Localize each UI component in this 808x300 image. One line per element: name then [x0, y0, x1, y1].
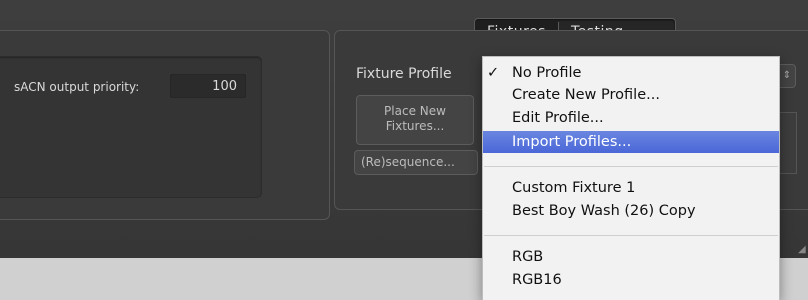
resize-grip-icon[interactable]: ◢ [798, 244, 806, 255]
fixture-profile-menu: ✓ No Profile Create New Profile... Edit … [482, 56, 780, 300]
menu-separator [484, 166, 778, 167]
place-new-label-line2: Fixtures... [385, 119, 445, 133]
profile-popup-arrows-icon[interactable]: ⇕ [778, 64, 796, 88]
menu-item-import-profiles[interactable]: Import Profiles... [483, 131, 779, 153]
menu-item-create-new-profile[interactable]: Create New Profile... [483, 84, 779, 106]
menu-item-edit-profile[interactable]: Edit Profile... [483, 107, 779, 129]
menu-item-rgb[interactable]: RGB [483, 246, 779, 268]
resequence-button[interactable]: (Re)sequence... [354, 150, 478, 175]
sacn-priority-label: sACN output priority: [14, 80, 140, 94]
place-new-fixtures-button[interactable]: Place New Fixtures... [356, 95, 474, 145]
side-box [778, 112, 797, 174]
sacn-priority-field[interactable]: 100 [170, 74, 246, 98]
menu-separator [484, 235, 778, 236]
menu-item-rgb16[interactable]: RGB16 [483, 269, 779, 291]
menu-item-best-boy-wash-copy[interactable]: Best Boy Wash (26) Copy [483, 200, 779, 222]
fixture-profile-label: Fixture Profile [356, 66, 452, 82]
checkmark-icon: ✓ [487, 65, 500, 81]
place-new-label-line1: Place New [384, 104, 446, 118]
menu-item-no-profile[interactable]: ✓ No Profile [483, 62, 779, 84]
menu-item-custom-fixture-1[interactable]: Custom Fixture 1 [483, 177, 779, 199]
